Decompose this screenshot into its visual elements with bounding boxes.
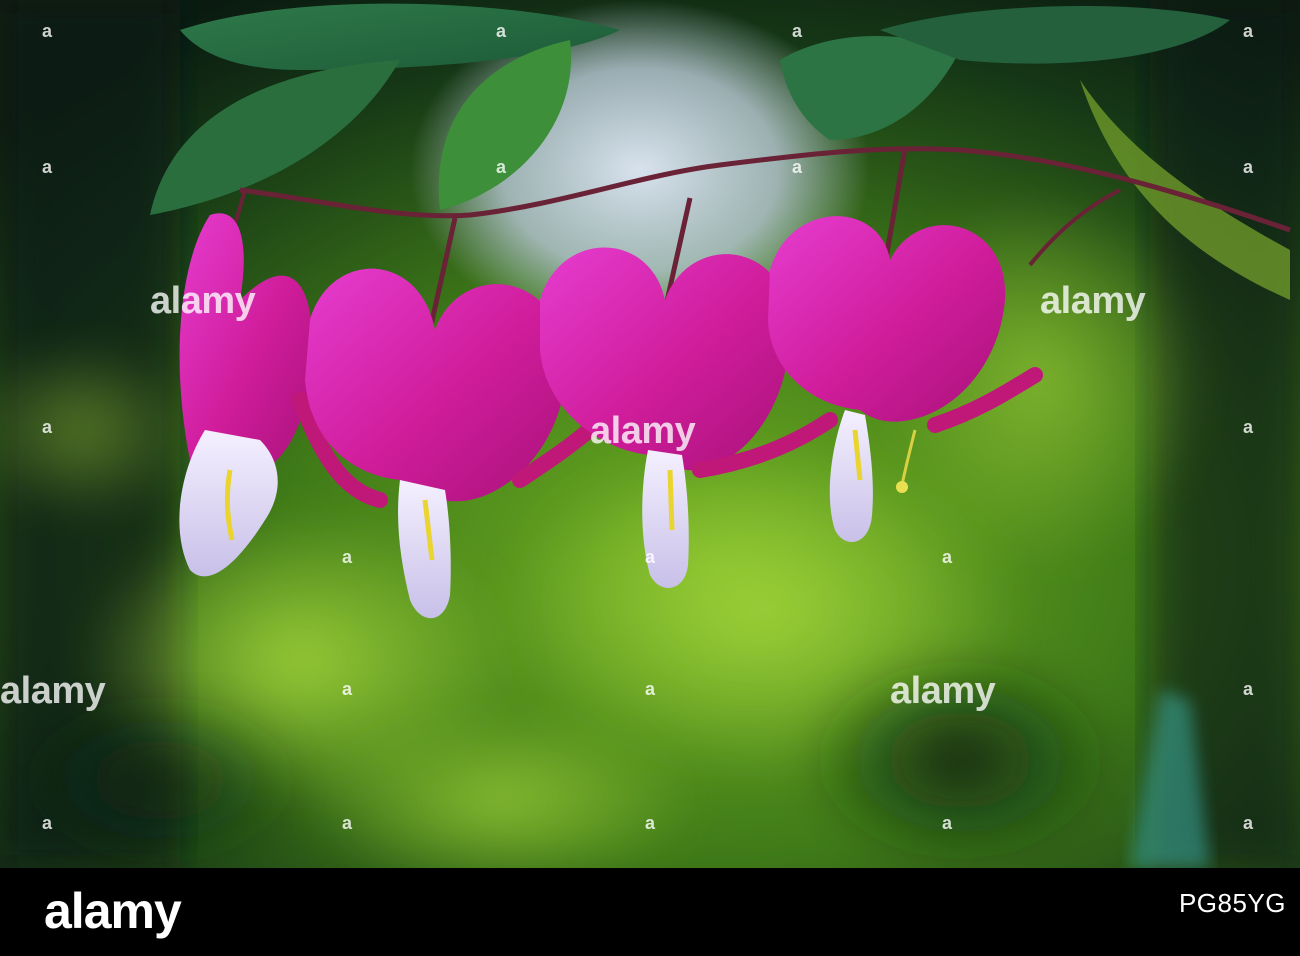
watermark-glyph: a	[1243, 157, 1254, 177]
watermark-glyph: a	[342, 679, 353, 699]
watermark-glyph: a	[496, 21, 507, 41]
watermark-glyph: a	[1243, 679, 1254, 699]
stock-photo-page: alamy alamy alamy alamy alamy a a a a a …	[0, 0, 1300, 956]
watermark-text: alamy	[150, 280, 256, 322]
watermark-glyph: a	[792, 21, 803, 41]
watermark-glyph: a	[42, 157, 53, 177]
watermark-glyph: a	[645, 813, 656, 833]
watermark-text: alamy	[1040, 280, 1146, 322]
watermark-glyph: a	[342, 813, 353, 833]
watermark-glyph: a	[645, 679, 656, 699]
image-id: PG85YG	[1178, 888, 1286, 918]
watermark-glyph: a	[645, 547, 656, 567]
watermark-glyph: a	[42, 21, 53, 41]
watermark-glyph: a	[942, 547, 953, 567]
watermark-text: alamy	[0, 670, 106, 712]
watermark-text: alamy	[590, 410, 696, 452]
watermark-glyph: a	[792, 157, 803, 177]
watermark-glyph: a	[342, 547, 353, 567]
watermark-glyph: a	[1243, 21, 1254, 41]
watermark-glyph: a	[496, 157, 507, 177]
footer-bar: alamy PG85YG	[0, 868, 1300, 956]
alamy-logo: alamy	[44, 883, 182, 939]
watermark-glyph: a	[42, 813, 53, 833]
watermark-glyph: a	[42, 417, 53, 437]
watermark-glyph: a	[942, 813, 953, 833]
watermark-glyph: a	[1243, 813, 1254, 833]
watermark-glyph: a	[1243, 417, 1254, 437]
watermark-text: alamy	[890, 670, 996, 712]
